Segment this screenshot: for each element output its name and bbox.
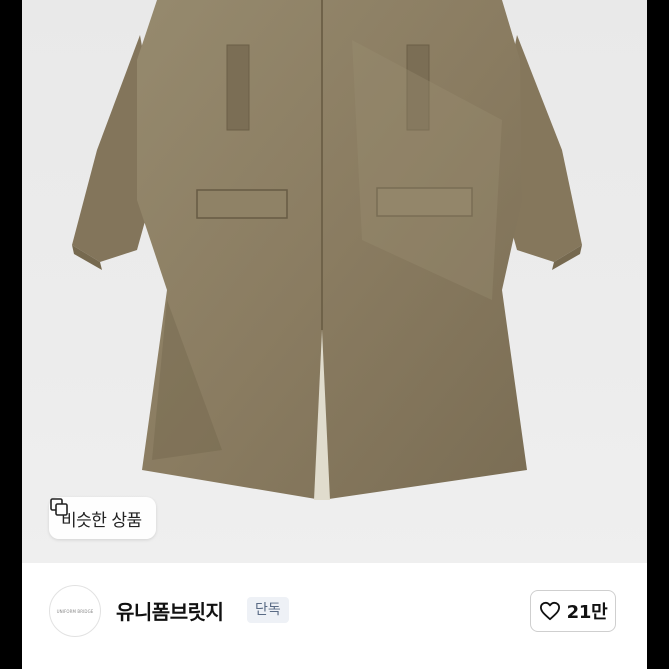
product-image[interactable]: 비슷한 상품 [22, 0, 647, 563]
like-button[interactable]: 21만 [530, 590, 616, 632]
phone-frame: 비슷한 상품 UNIFORM BRIDGE 유니폼브릿지 단독 21만 [0, 0, 669, 669]
exclusive-badge: 단독 [247, 597, 289, 623]
similar-products-label: 비슷한 상품 [61, 510, 142, 531]
coat-illustration [72, 0, 582, 500]
seller-name[interactable]: 유니폼브릿지 [116, 596, 224, 625]
app-screen: 비슷한 상품 UNIFORM BRIDGE 유니폼브릿지 단독 21만 [22, 0, 647, 669]
heart-outline-icon [539, 601, 560, 621]
copy-squares-icon [50, 498, 68, 516]
like-count: 21만 [566, 602, 608, 623]
seller-avatar[interactable]: UNIFORM BRIDGE [49, 585, 101, 637]
similar-products-button[interactable]: 비슷한 상품 [49, 497, 156, 539]
avatar-text: UNIFORM BRIDGE [56, 608, 94, 614]
